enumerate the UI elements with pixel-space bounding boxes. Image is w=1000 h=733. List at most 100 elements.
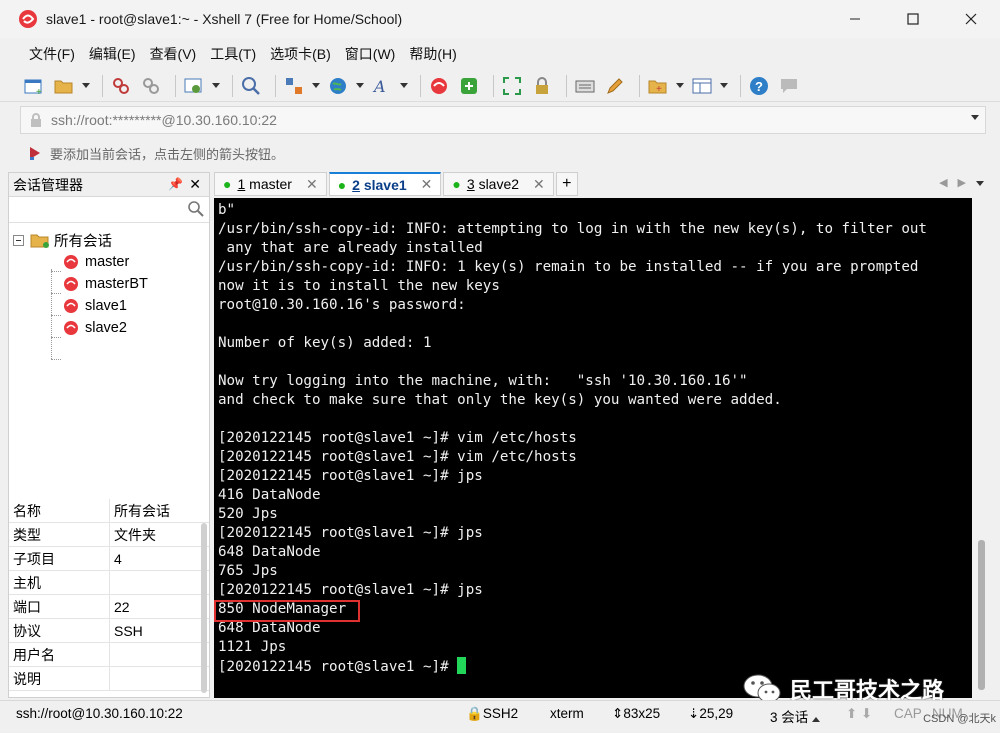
pin-icon[interactable]: 📌 [168,177,183,191]
session-manager-title: 会话管理器 [13,176,83,193]
table-row: 子项目 4 [9,546,209,571]
transfer-dropdown[interactable] [312,74,320,98]
disconnect-button[interactable] [139,74,163,98]
terminal-line: [2020122145 root@slave1 ~]# jps [218,525,483,541]
session-manager-header: 会话管理器 📌 ✕ [9,173,209,197]
status-address: ssh://root@10.30.160.10:22 [16,706,183,721]
terminal-line: /usr/bin/ssh-copy-id: INFO: attempting t… [218,221,927,237]
address-bar[interactable]: ssh://root:*********@10.30.160.10:22 [20,106,986,134]
xshell-icon [431,77,447,94]
session-tabs: ● 1 master ✕ ● 2 slave1 ✕ ● 3 slave2 ✕ +… [214,172,1000,196]
xshell-logo-icon [19,10,37,28]
xftp-button[interactable] [457,74,481,98]
close-button[interactable] [942,0,1000,38]
lock-icon [31,113,41,127]
layout-dropdown[interactable] [720,74,728,98]
tree-node-masterbt[interactable]: masterBT [63,273,148,295]
menu-tabs[interactable]: 选项卡(B) [270,44,331,64]
tab-master[interactable]: ● 1 master ✕ [214,172,327,196]
table-row: 主机 [9,570,209,595]
font-button[interactable]: A [370,74,394,98]
tree-node-master[interactable]: master [63,251,129,273]
globe-icon [330,77,346,94]
folder-dropdown[interactable] [676,74,684,98]
terminal-prompt: [2020122145 root@slave1 ~]# [218,659,458,675]
terminal-line: [2020122145 root@slave1 ~]# vim /etc/hos… [218,449,577,465]
status-protocol: 🔒SSH2 [466,706,519,721]
terminal-line: root@10.30.160.16's password: [218,297,466,313]
session-search-input[interactable] [9,197,209,223]
window-title: slave1 - root@slave1:~ - Xshell 7 (Free … [46,11,403,27]
globe-button[interactable] [326,74,350,98]
scrollbar-thumb[interactable] [978,540,985,690]
status-size: ⇕83x25 [612,706,661,721]
transfer-button[interactable] [282,74,306,98]
address-input[interactable]: ssh://root:*********@10.30.160.10:22 [51,112,277,128]
menu-edit[interactable]: 编辑(E) [89,44,136,64]
globe-dropdown[interactable] [356,74,364,98]
menu-file[interactable]: 文件(F) [29,44,75,64]
table-row: 名称 所有会话 [9,498,209,523]
close-icon[interactable]: ✕ [533,176,545,193]
font-dropdown[interactable] [400,74,408,98]
terminal-line: and check to make sure that only the key… [218,392,782,408]
tab-slave2[interactable]: ● 3 slave2 ✕ [443,172,554,196]
session-tree: 所有会话 master masterBT slave1 slave2 [9,223,209,493]
lock-button[interactable] [530,74,554,98]
close-icon[interactable]: ✕ [189,176,201,193]
connected-dot-icon: ● [223,176,232,192]
add-session-arrow-icon[interactable] [28,145,44,161]
close-icon[interactable]: ✕ [421,176,433,193]
properties-dropdown[interactable] [212,74,220,98]
folder-icon [54,80,73,93]
menu-window[interactable]: 窗口(W) [345,44,396,64]
open-folder-button[interactable] [52,74,76,98]
layout-button[interactable] [690,74,714,98]
help-button[interactable]: ? [747,74,771,98]
maximize-button[interactable] [884,0,942,38]
chevron-down-icon[interactable] [971,115,979,120]
find-button[interactable] [239,74,263,98]
menu-help[interactable]: 帮助(H) [409,44,456,64]
xshell-button[interactable] [427,74,451,98]
fullscreen-button[interactable] [500,74,524,98]
add-folder-button[interactable]: + [646,74,670,98]
chat-button[interactable] [777,74,801,98]
status-sessions[interactable]: 3 会话 [770,706,821,726]
reconnect-button[interactable] [109,74,133,98]
properties-scrollbar[interactable] [201,523,207,693]
chevron-down-icon[interactable] [976,181,984,186]
chevron-down-icon [400,83,408,88]
terminal-scrollbar[interactable] [972,198,992,698]
terminal-line: 648 DataNode [218,544,321,560]
chevron-down-icon [356,83,364,88]
tree-label: slave1 [85,298,127,314]
pen-button[interactable] [603,74,627,98]
terminal-line: [2020122145 root@slave1 ~]# jps [218,468,483,484]
tree-label: slave2 [85,320,127,336]
status-nav[interactable]: ⬆ ⬇ [846,706,872,722]
tree-node-slave2[interactable]: slave2 [63,317,127,339]
title-bar[interactable]: slave1 - root@slave1:~ - Xshell 7 (Free … [0,0,1000,38]
tree-node-slave1[interactable]: slave1 [63,295,127,317]
minimize-button[interactable] [826,0,884,38]
properties-button[interactable] [182,74,206,98]
session-icon [64,321,78,335]
menu-tools[interactable]: 工具(T) [210,44,256,64]
terminal-output[interactable]: b" /usr/bin/ssh-copy-id: INFO: attemptin… [214,198,972,698]
close-icon[interactable]: ✕ [306,176,318,193]
keyboard-button[interactable] [573,74,597,98]
tab-navigation[interactable]: ◀▶ [939,176,984,189]
plus-icon: + [562,175,572,192]
tab-slave1[interactable]: ● 2 slave1 ✕ [328,172,442,196]
new-session-button[interactable]: + [22,74,46,98]
tab-label: slave1 [363,176,407,193]
pen-icon [607,77,623,94]
collapse-icon[interactable] [13,234,24,246]
tree-node-all-sessions[interactable]: 所有会话 [13,229,112,251]
new-tab-button[interactable]: + [555,172,578,196]
menu-view[interactable]: 查看(V) [150,44,197,64]
open-dropdown[interactable] [82,74,90,98]
status-term: xterm [550,706,584,721]
